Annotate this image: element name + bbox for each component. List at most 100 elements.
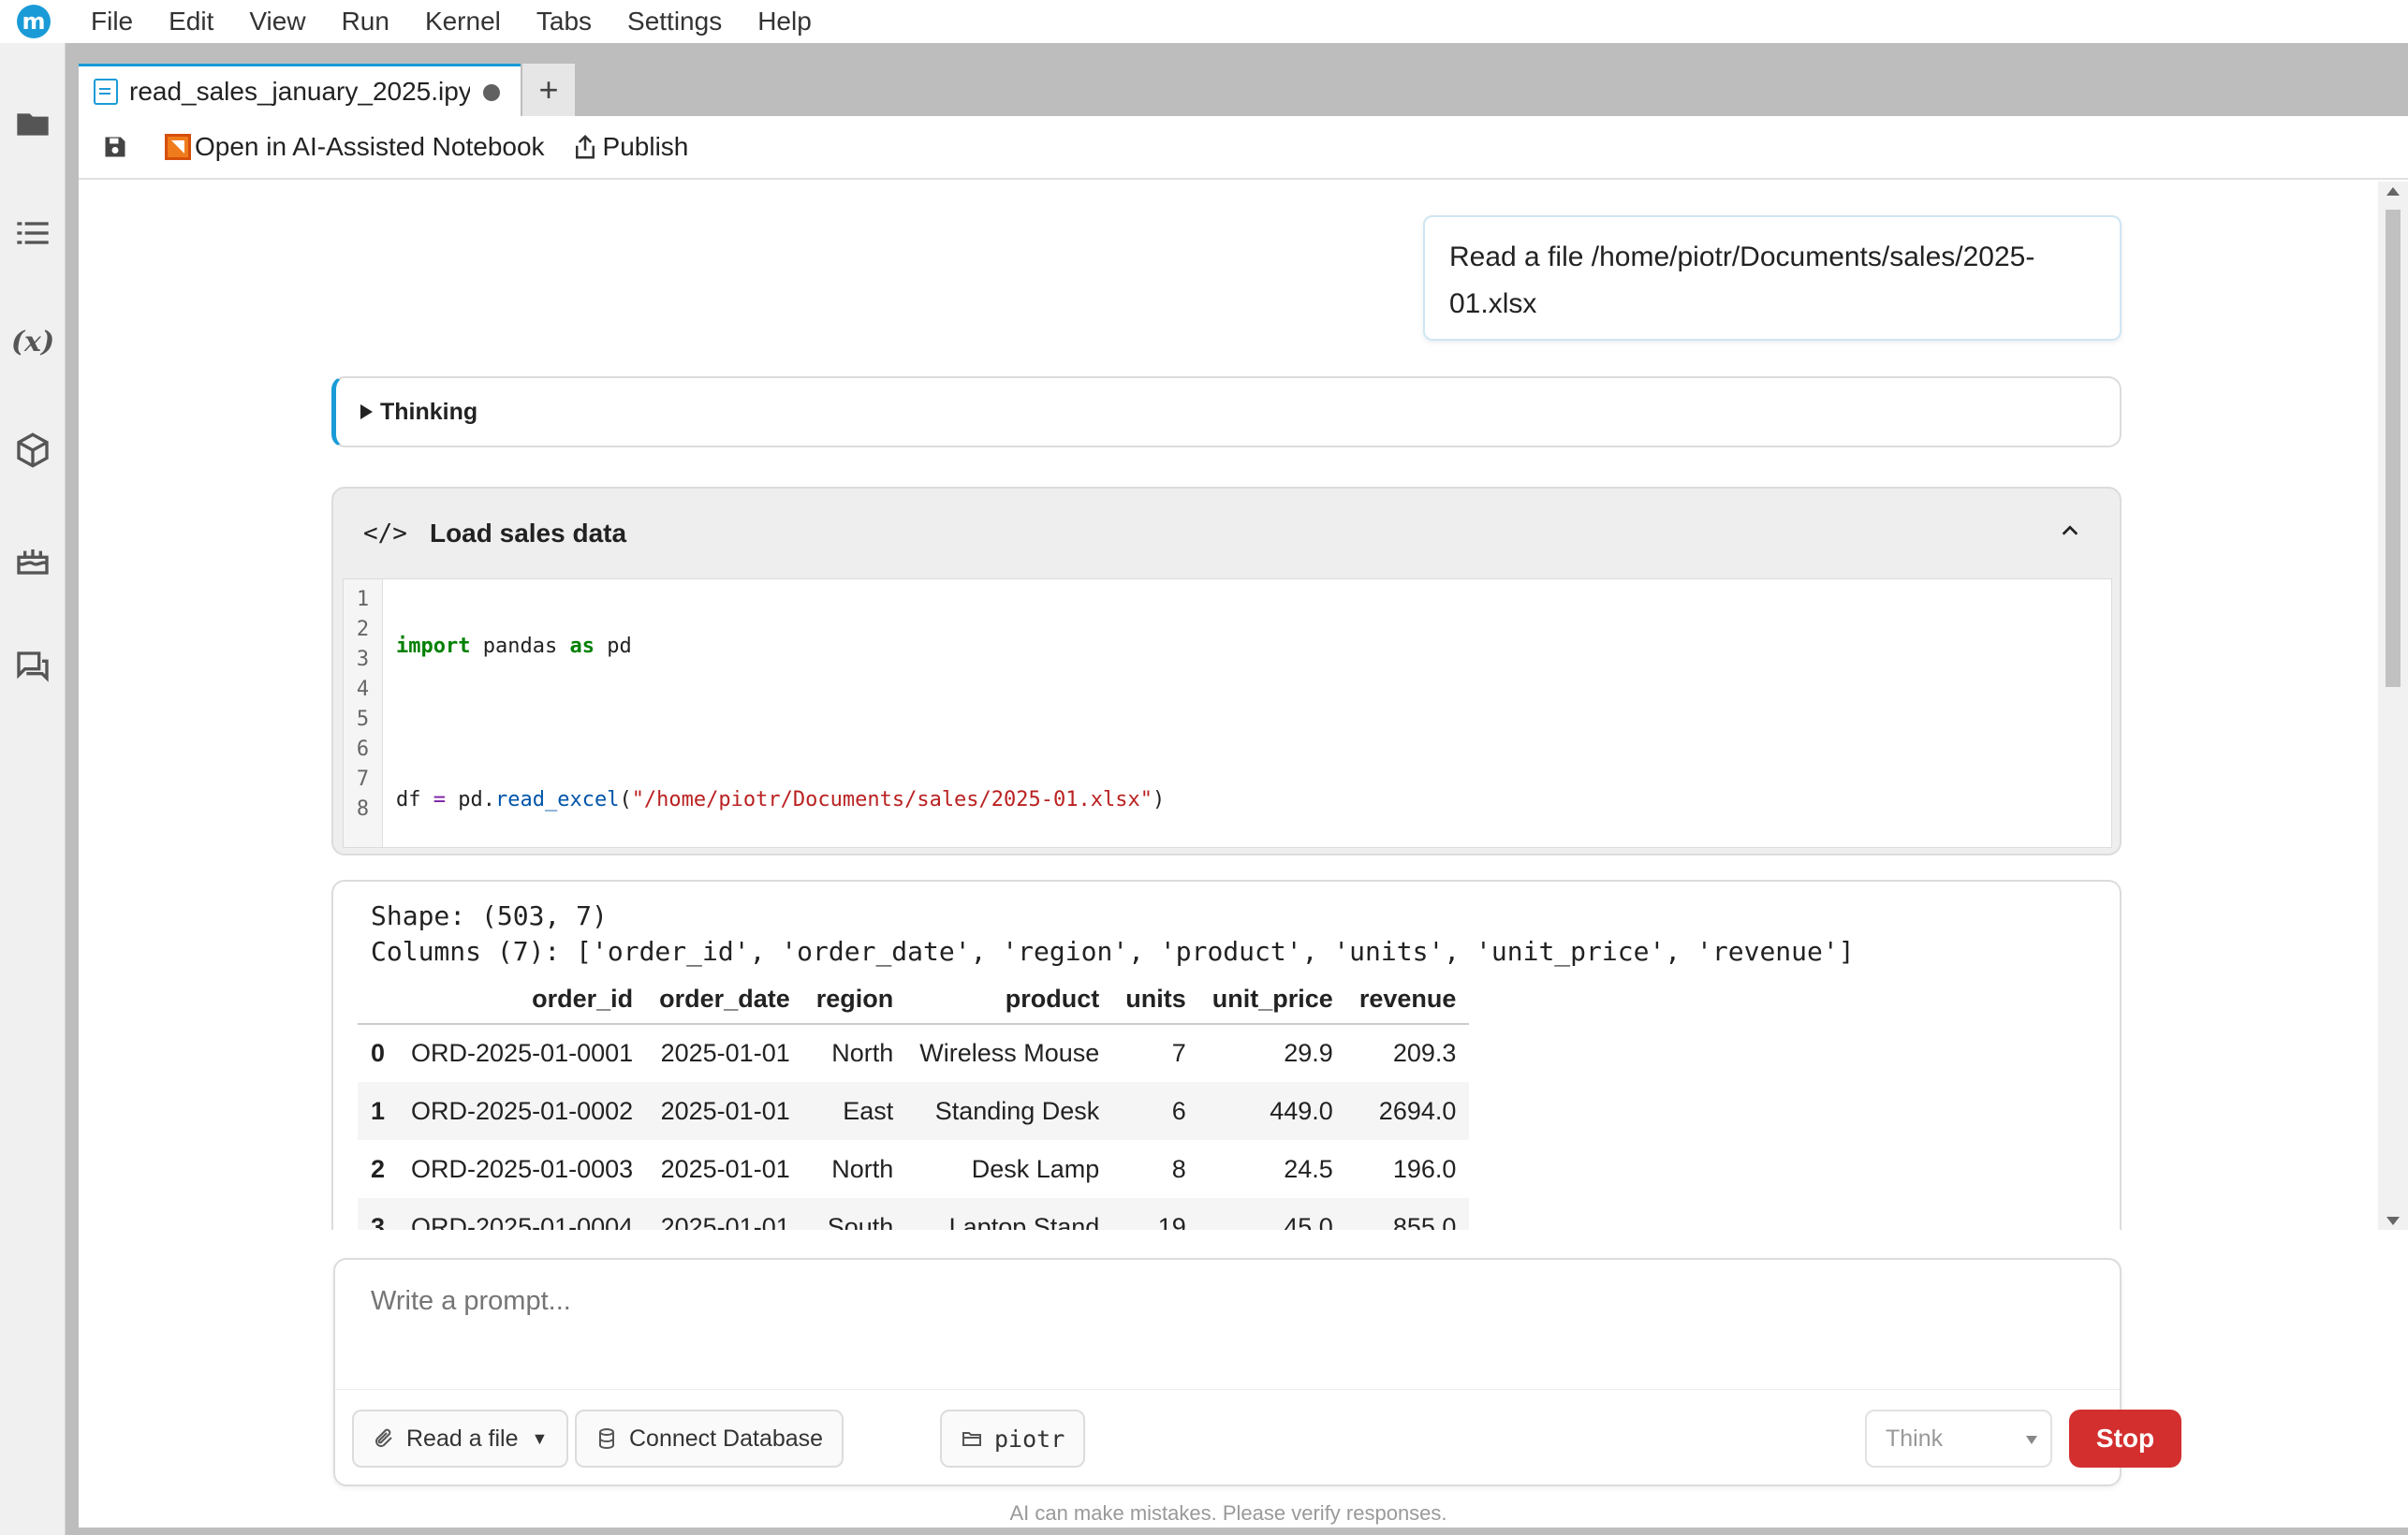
save-icon[interactable] xyxy=(101,133,129,161)
cake-icon[interactable] xyxy=(13,539,52,578)
table-cell: Laptop Stand xyxy=(906,1198,1113,1230)
table-cell: ORD-2025-01-0004 xyxy=(398,1198,647,1230)
scroll-up-icon[interactable] xyxy=(2386,187,2400,196)
tab-title: read_sales_january_2025.ipynb xyxy=(129,76,470,106)
line-number: 7 xyxy=(356,768,370,791)
table-cell: North xyxy=(831,1039,894,1067)
code-cell-header[interactable]: </> Load sales data xyxy=(333,489,2120,578)
left-sidebar: (x) xyxy=(0,43,66,1535)
menu-edit[interactable]: Edit xyxy=(151,0,231,43)
column-header: units xyxy=(1112,975,1199,1025)
notebook-panel: Open in AI-Assisted Notebook Publish Rea… xyxy=(79,116,2408,1528)
code-cell: </> Load sales data 1 2 3 4 5 6 7 8 impo… xyxy=(331,487,2122,1195)
column-header: revenue xyxy=(1345,975,1470,1025)
open-ai-notebook-button[interactable]: Open in AI-Assisted Notebook xyxy=(195,132,545,162)
notebook-toolbar: Open in AI-Assisted Notebook Publish xyxy=(79,116,2408,180)
scroll-thumb[interactable] xyxy=(2386,210,2401,687)
variables-icon[interactable]: (x) xyxy=(11,322,54,361)
divider xyxy=(335,1389,2120,1390)
paperclip-icon xyxy=(375,1428,392,1447)
output-cell: Shape: (503, 7) Columns (7): ['order_id',… xyxy=(331,880,2122,1230)
shape-line: Shape: (503, 7) xyxy=(371,900,608,931)
table-cell: 2025-01-01 xyxy=(646,1198,803,1230)
table-cell: 24.5 xyxy=(1284,1154,1333,1183)
table-cell: East xyxy=(802,1082,907,1140)
table-cell: 2025-01-01 xyxy=(660,1039,790,1067)
table-header-row: order_id order_date region product units… xyxy=(358,975,1470,1025)
folder-icon[interactable] xyxy=(13,105,52,144)
column-header: order_id xyxy=(398,975,647,1025)
table-cell: 855.0 xyxy=(1345,1198,1470,1230)
line-number: 6 xyxy=(356,738,370,761)
table-cell: 0 xyxy=(371,1039,386,1067)
menu-run[interactable]: Run xyxy=(324,0,407,43)
scroll-down-icon[interactable] xyxy=(2386,1217,2400,1225)
table-row: 0 ORD-2025-01-0001 2025-01-01 North Wire… xyxy=(358,1024,1469,1082)
table-cell: ORD-2025-01-0001 xyxy=(411,1039,634,1067)
ai-notebook-icon[interactable] xyxy=(165,134,191,160)
column-header: product xyxy=(906,975,1113,1025)
read-file-label: Read a file xyxy=(406,1425,519,1452)
menu-tabs[interactable]: Tabs xyxy=(519,0,609,43)
menu-view[interactable]: View xyxy=(231,0,323,43)
unsaved-indicator-icon[interactable] xyxy=(483,84,500,101)
menubar: m File Edit View Run Kernel Tabs Setting… xyxy=(0,0,2408,43)
think-mode-value: Think xyxy=(1886,1425,1944,1452)
table-cell: 6 xyxy=(1112,1082,1199,1140)
line-number: 3 xyxy=(356,648,370,671)
stop-button[interactable]: Stop xyxy=(2069,1410,2181,1468)
read-file-button[interactable]: Read a file ▼ xyxy=(352,1410,569,1468)
vertical-scrollbar[interactable] xyxy=(2378,182,2408,1230)
prompt-box: Read a file ▼ Connect Database piotr Thi… xyxy=(333,1258,2181,1486)
connect-database-button[interactable]: Connect Database xyxy=(575,1410,844,1468)
chevron-down-icon xyxy=(2026,1436,2037,1444)
think-mode-select[interactable]: Think xyxy=(1865,1410,2052,1468)
line-number: 4 xyxy=(356,678,370,701)
menu-kernel[interactable]: Kernel xyxy=(407,0,519,43)
table-cell: 2 xyxy=(371,1154,386,1183)
notebook-tab[interactable]: read_sales_january_2025.ipynb xyxy=(79,64,521,116)
table-cell: 1 xyxy=(358,1082,399,1140)
code-icon: </> xyxy=(363,519,407,548)
column-header: order_date xyxy=(646,975,803,1025)
menu-settings[interactable]: Settings xyxy=(609,0,740,43)
thinking-label: Thinking xyxy=(380,398,478,425)
columns-line: Columns (7): ['order_id', 'order_date', … xyxy=(371,936,1855,967)
menu-help[interactable]: Help xyxy=(740,0,830,43)
table-cell: 2025-01-01 xyxy=(646,1082,803,1140)
folder-label: piotr xyxy=(994,1425,1065,1453)
package-icon[interactable] xyxy=(13,431,52,470)
stdout-output: Shape: (503, 7) Columns (7): ['order_id',… xyxy=(371,899,1855,970)
chat-icon[interactable] xyxy=(13,648,52,687)
table-cell: 3 xyxy=(358,1198,399,1230)
table-row: 1 ORD-2025-01-0002 2025-01-01 East Stand… xyxy=(358,1082,1470,1140)
menu-file[interactable]: File xyxy=(73,0,151,43)
column-header: region xyxy=(802,975,907,1025)
prompt-input[interactable] xyxy=(371,1286,2056,1317)
folder-button[interactable]: piotr xyxy=(940,1410,1086,1468)
code-editor[interactable]: 1 2 3 4 5 6 7 8 import pandas as pd df =… xyxy=(343,578,2112,1195)
tab-bar: read_sales_january_2025.ipynb + xyxy=(79,64,575,116)
table-cell: 19 xyxy=(1112,1198,1199,1230)
chat-content: Read a file /home/piotr/Documents/sales/… xyxy=(79,182,2380,1230)
table-cell: 7 xyxy=(1171,1039,1186,1067)
line-number: 2 xyxy=(356,618,370,641)
code-line: df = pd.read_excel("/home/piotr/Document… xyxy=(396,788,1166,811)
table-row: 2 ORD-2025-01-0003 2025-01-01 North Desk… xyxy=(358,1140,1469,1198)
publish-button[interactable]: Publish xyxy=(603,132,689,162)
publish-icon[interactable] xyxy=(571,133,599,161)
new-tab-button[interactable]: + xyxy=(522,64,575,116)
table-cell: 2694.0 xyxy=(1345,1082,1470,1140)
folder-open-icon xyxy=(962,1432,981,1446)
line-numbers: 1 2 3 4 5 6 7 8 xyxy=(344,579,383,847)
thinking-toggle[interactable]: Thinking xyxy=(331,376,2122,447)
column-header xyxy=(358,975,399,1025)
code-lines: import pandas as pd df = pd.read_excel("… xyxy=(383,579,1587,1195)
list-icon[interactable] xyxy=(13,213,52,253)
chevron-up-icon[interactable] xyxy=(2060,520,2080,541)
table-cell: 2025-01-01 xyxy=(660,1154,790,1183)
table-cell: ORD-2025-01-0002 xyxy=(398,1082,647,1140)
table-cell: ORD-2025-01-0003 xyxy=(411,1154,634,1183)
app-logo[interactable]: m xyxy=(17,5,51,38)
